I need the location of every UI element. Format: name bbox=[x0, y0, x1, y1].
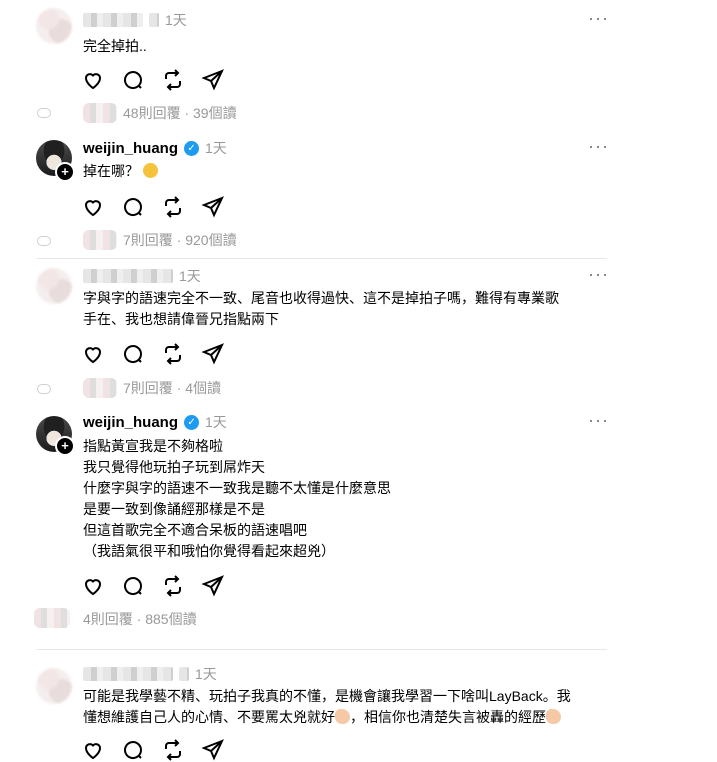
username-blurred[interactable] bbox=[83, 667, 173, 681]
username[interactable]: weijin_huang bbox=[83, 414, 178, 431]
share-icon[interactable] bbox=[201, 738, 225, 762]
verified-icon: ✓ bbox=[184, 414, 200, 430]
share-icon[interactable] bbox=[201, 574, 225, 598]
replier-avatars bbox=[34, 608, 70, 628]
timestamp[interactable]: 1天 bbox=[179, 266, 201, 286]
post-text: 指點黃宣我是不夠格啦 我只覺得他玩拍子玩到屌炸天 什麼字與字的語速不一致我是聽不… bbox=[83, 438, 391, 559]
timestamp[interactable]: 1天 bbox=[205, 412, 227, 432]
reply-stats[interactable]: 48則回覆 · 39個讀 bbox=[83, 103, 237, 123]
post-header: 1天 bbox=[83, 10, 187, 30]
thread-connector bbox=[37, 384, 51, 394]
post-text: 字與字的語速完全不一致、尾音也收得過快、這不是掉拍子嗎，難得有專業歌 手在、我也… bbox=[83, 290, 559, 327]
share-icon[interactable] bbox=[201, 68, 225, 92]
timestamp[interactable]: 1天 bbox=[205, 138, 227, 158]
comment-icon[interactable] bbox=[121, 738, 145, 762]
divider bbox=[36, 649, 607, 650]
post-header: 1天 bbox=[83, 266, 201, 286]
verified-icon: ✓ bbox=[184, 140, 200, 156]
avatar[interactable] bbox=[36, 8, 72, 44]
follow-plus-icon[interactable]: + bbox=[55, 162, 75, 182]
avatar[interactable] bbox=[36, 668, 72, 704]
thinking-emoji-icon bbox=[142, 163, 158, 178]
heart-icon[interactable] bbox=[81, 738, 105, 762]
pinching-hand-emoji-icon bbox=[335, 709, 350, 724]
replier-avatars bbox=[83, 230, 117, 250]
heart-icon[interactable] bbox=[81, 68, 105, 92]
action-bar bbox=[81, 68, 225, 92]
username-blurred bbox=[179, 667, 189, 681]
stats-text: 48則回覆 · 39個讀 bbox=[123, 105, 237, 121]
comment-icon[interactable] bbox=[121, 342, 145, 366]
post-text: 掉在哪？ bbox=[83, 161, 613, 182]
comment-icon[interactable] bbox=[121, 195, 145, 219]
pinching-hand-emoji-icon bbox=[546, 709, 561, 724]
post-header: 1天 bbox=[83, 664, 217, 684]
reply-stats[interactable]: 4則回覆 · 885個讀 bbox=[83, 609, 197, 629]
heart-icon[interactable] bbox=[81, 342, 105, 366]
post-header: weijin_huang ✓ 1天 bbox=[83, 138, 227, 158]
more-icon[interactable]: ··· bbox=[588, 8, 609, 29]
username-blurred[interactable] bbox=[83, 269, 173, 283]
avatar[interactable] bbox=[36, 268, 72, 304]
replier-avatars bbox=[83, 378, 117, 398]
replier-avatars bbox=[83, 103, 117, 123]
thread-connector bbox=[37, 236, 51, 246]
heart-icon[interactable] bbox=[81, 195, 105, 219]
post-text-content: 掉在哪？ bbox=[83, 163, 139, 179]
post-text-line: 可能是我學藝不精、玩拍子我真的不懂，是機會讓我學習一下啥叫LayBack。我 bbox=[83, 688, 571, 704]
share-icon[interactable] bbox=[201, 342, 225, 366]
share-icon[interactable] bbox=[201, 195, 225, 219]
username-blurred bbox=[149, 13, 159, 27]
action-bar bbox=[81, 574, 225, 598]
post-text: 可能是我學藝不精、玩拍子我真的不懂，是機會讓我學習一下啥叫LayBack。我 懂… bbox=[83, 686, 643, 728]
repost-icon[interactable] bbox=[161, 195, 185, 219]
timestamp[interactable]: 1天 bbox=[195, 664, 217, 684]
post-text-line: 懂想維護自己人的心情、不要罵太兇就好 bbox=[83, 709, 335, 725]
comment-icon[interactable] bbox=[121, 68, 145, 92]
repost-icon[interactable] bbox=[161, 738, 185, 762]
more-icon[interactable]: ··· bbox=[588, 264, 609, 285]
divider bbox=[36, 258, 607, 259]
stats-text: 7則回覆 · 4個讀 bbox=[123, 380, 222, 396]
repost-icon[interactable] bbox=[161, 68, 185, 92]
post-text: 完全掉拍.. bbox=[83, 38, 147, 54]
follow-plus-icon[interactable]: + bbox=[55, 436, 75, 456]
action-bar bbox=[81, 738, 225, 762]
stats-text: 7則回覆 · 920個讀 bbox=[123, 232, 237, 248]
repost-icon[interactable] bbox=[161, 342, 185, 366]
repost-icon[interactable] bbox=[161, 574, 185, 598]
more-icon[interactable]: ··· bbox=[588, 410, 609, 431]
heart-icon[interactable] bbox=[81, 574, 105, 598]
username[interactable]: weijin_huang bbox=[83, 140, 178, 157]
thread-connector bbox=[37, 108, 51, 118]
username-blurred[interactable] bbox=[83, 13, 143, 27]
action-bar bbox=[81, 195, 225, 219]
timestamp[interactable]: 1天 bbox=[165, 10, 187, 30]
reply-stats[interactable]: 7則回覆 · 920個讀 bbox=[83, 230, 237, 250]
reply-stats[interactable]: 7則回覆 · 4個讀 bbox=[83, 378, 221, 398]
post-header: weijin_huang ✓ 1天 bbox=[83, 412, 227, 432]
post-text-line: ，相信你也清楚失言被轟的經歷 bbox=[350, 709, 546, 725]
comment-icon[interactable] bbox=[121, 574, 145, 598]
more-icon[interactable]: ··· bbox=[588, 136, 609, 157]
action-bar bbox=[81, 342, 225, 366]
stats-text: 4則回覆 · 885個讀 bbox=[83, 611, 197, 627]
